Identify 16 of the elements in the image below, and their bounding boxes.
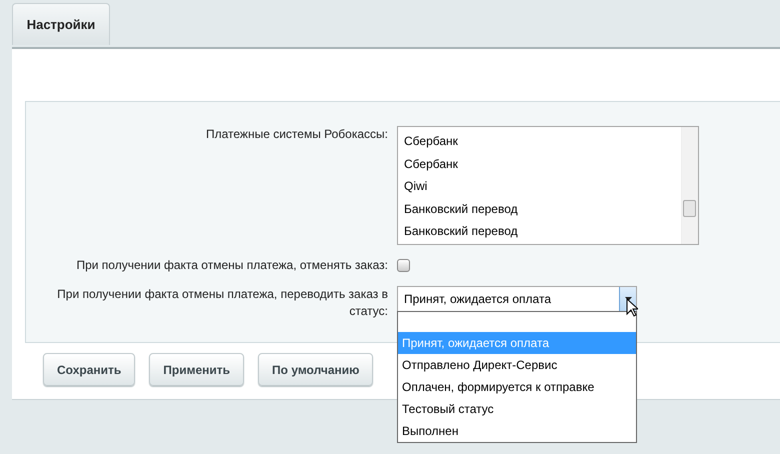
status-select[interactable]: Принят, ожидается оплата xyxy=(397,286,637,312)
list-option[interactable]: Банковский перевод xyxy=(404,198,681,220)
payment-systems-listbox[interactable]: Сбербанк Сбербанк Qiwi Банковский перевод Банковский перевод xyxy=(397,126,699,245)
form-button[interactable]: Сохранить xyxy=(43,353,136,386)
form-button[interactable]: Применить xyxy=(149,353,244,386)
form-button[interactable]: По умолчанию xyxy=(258,353,374,386)
cancel-order-checkbox[interactable] xyxy=(397,259,410,272)
list-option[interactable]: Qiwi xyxy=(404,175,681,198)
field-label: При получении факта отмены платежа, переводить заказ в статус: xyxy=(56,286,388,320)
settings-tab[interactable]: Настройки xyxy=(12,3,110,45)
field-label: При получении факта отмены платежа, отменять заказ: xyxy=(75,257,388,274)
list-option[interactable]: Банковский перевод xyxy=(404,220,681,242)
scrollbar[interactable] xyxy=(681,127,698,244)
field-label: Платежные системы Робокассы: xyxy=(204,126,388,143)
list-option[interactable]: Сбербанк xyxy=(404,152,681,175)
list-option[interactable]: Сбербанк xyxy=(404,130,681,152)
